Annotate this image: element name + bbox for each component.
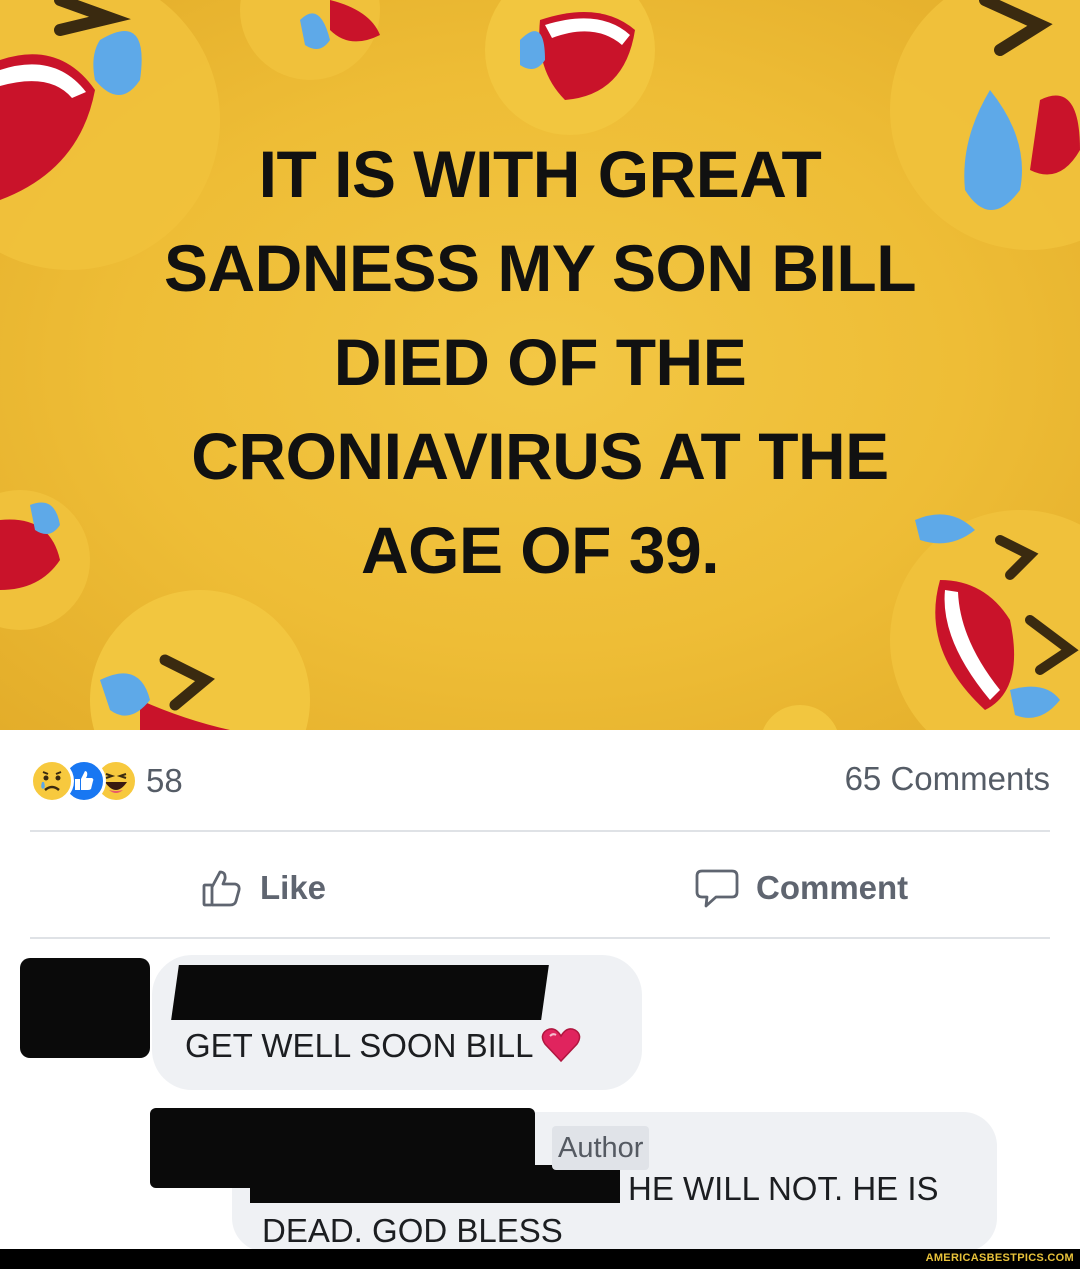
headline-line: CRONIAVIRUS AT THE [191, 419, 889, 493]
post-image-text: IT IS WITH GREAT SADNESS MY SON BILL DIE… [0, 127, 1080, 597]
headline-line: DIED OF THE [333, 325, 747, 399]
headline-line: SADNESS MY SON BILL [163, 231, 917, 305]
reaction-summary[interactable]: 58 [30, 756, 183, 806]
divider [30, 937, 1050, 939]
comment-text: DEAD. GOD BLESS [262, 1212, 563, 1249]
like-label: Like [260, 869, 327, 906]
comment-text: GET WELL SOON BILL [185, 1027, 581, 1065]
divider [30, 830, 1050, 832]
watermark-text: AMERICASBESTPICS.COM [925, 1252, 1074, 1264]
thumbs-up-icon [202, 870, 241, 907]
like-button[interactable]: Like [200, 862, 326, 914]
comment-bubble-icon [695, 869, 739, 908]
laughing-emoji-icon [485, 0, 655, 135]
comment-label: Comment [756, 869, 909, 906]
reaction-count: 58 [146, 762, 183, 799]
redacted-name [250, 1165, 620, 1203]
laughing-emoji-icon [90, 590, 310, 730]
headline-line: IT IS WITH GREAT [258, 137, 822, 211]
sad-icon [30, 759, 74, 803]
laughing-emoji-icon [762, 705, 838, 730]
post-image[interactable]: IT IS WITH GREAT SADNESS MY SON BILL DIE… [0, 0, 1080, 730]
redacted-avatar [20, 958, 150, 1058]
comment-text: HE WILL NOT. HE IS [628, 1170, 939, 1207]
comment-button[interactable]: Comment [694, 862, 908, 914]
author-badge: Author [552, 1126, 650, 1170]
headline-line: AGE OF 39. [360, 513, 720, 587]
heart-icon [542, 1028, 581, 1063]
comments-count-link[interactable]: 65 Comments [845, 760, 1050, 798]
laughing-emoji-icon [240, 0, 380, 80]
watermark-strip [0, 1249, 1080, 1269]
comment-text-value: GET WELL SOON BILL [185, 1027, 533, 1064]
redacted-name [171, 965, 549, 1020]
